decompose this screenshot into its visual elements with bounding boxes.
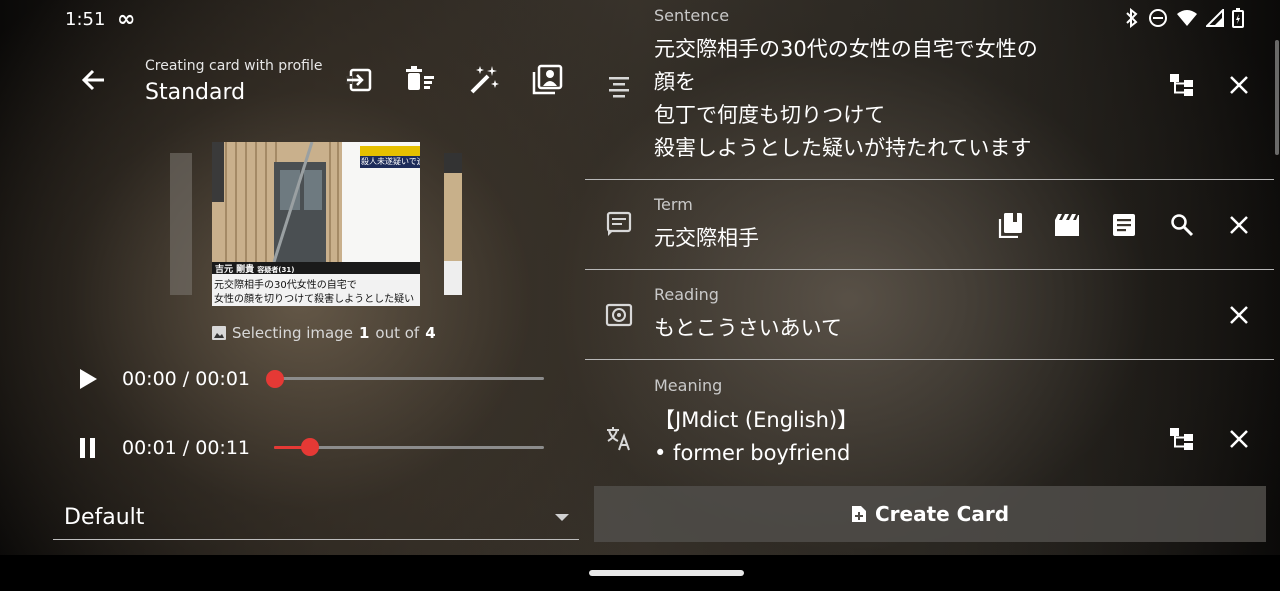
meaning-split-button[interactable] (1166, 423, 1198, 455)
account-box-multiple-icon (532, 64, 563, 95)
profile-name[interactable]: Standard (145, 80, 245, 105)
dropdown-arrow-icon (555, 514, 569, 521)
login-icon (346, 68, 372, 92)
sentence-label: Sentence (654, 6, 730, 25)
seek-thumb-2[interactable] (301, 438, 319, 456)
close-icon (1230, 76, 1248, 94)
arrow-back-icon (81, 69, 104, 91)
magic-wand-icon (470, 66, 499, 94)
term-dictionary-button[interactable] (994, 209, 1026, 241)
search-icon (1171, 214, 1194, 237)
meaning-field: Meaning 【JMdict (English)】 • former boyf… (585, 360, 1274, 485)
image-selection-caption: Selecting image 1 out of 4 (212, 324, 436, 342)
sentence-clear-button[interactable] (1223, 69, 1255, 101)
sentence-line-2[interactable]: 顔を (654, 66, 696, 99)
overlay-name: 吉元 剛貴 容疑者(31) (215, 265, 295, 275)
sentence-line-3[interactable]: 包丁で何度も切りつけて (654, 99, 885, 132)
text-box-icon (605, 210, 633, 238)
file-tree-icon (1170, 428, 1193, 450)
reading-clear-button[interactable] (1223, 299, 1255, 331)
meaning-label: Meaning (654, 376, 723, 395)
previous-image-thumbnail[interactable] (170, 153, 192, 295)
align-center-icon (605, 72, 633, 100)
close-icon (1230, 216, 1248, 234)
translate-icon (605, 424, 633, 452)
sentence-split-button[interactable] (1166, 69, 1198, 101)
auto-fill-button[interactable] (468, 64, 500, 96)
term-video-button[interactable] (1051, 209, 1083, 241)
sentence-line-4[interactable]: 殺害しようとした疑いが持たれています (654, 132, 1031, 165)
note-text-icon (1113, 214, 1135, 236)
meaning-line-2[interactable]: • former boyfriend (654, 437, 850, 470)
audio-player-2: 00:01 / 00:11 (72, 432, 250, 464)
selected-image-thumbnail[interactable]: 吉元 剛貴 容疑者(31) 元交際相手の30代女性の自宅で 女性の顔を切りつけて… (212, 142, 420, 306)
deck-selected-value: Default (64, 505, 145, 530)
term-field: Term 元交際相手 (585, 180, 1274, 270)
next-image-thumbnail[interactable] (444, 153, 462, 295)
seek-thumb-1[interactable] (266, 370, 284, 388)
term-search-button[interactable] (1166, 209, 1198, 241)
export-button[interactable] (344, 64, 376, 96)
term-value[interactable]: 元交際相手 (654, 222, 759, 255)
pause-icon (80, 438, 95, 458)
deck-dropdown[interactable]: Default (53, 500, 579, 540)
infinity-icon: ∞ (117, 7, 136, 32)
audio-player-1: 00:00 / 00:01 (72, 363, 250, 395)
clear-fields-button[interactable] (404, 64, 436, 96)
status-time: 1:51 (65, 9, 106, 30)
book-multiple-icon (998, 213, 1022, 238)
sentence-field: Sentence 元交際相手の30代の女性の自宅で女性の 顔を 包丁で何度も切り… (585, 0, 1274, 180)
meaning-clear-button[interactable] (1223, 423, 1255, 455)
image-icon (212, 326, 226, 340)
overlay-line-1: 元交際相手の30代女性の自宅で (214, 280, 357, 291)
pause-button[interactable] (72, 432, 104, 464)
term-clear-button[interactable] (1223, 209, 1255, 241)
back-button[interactable] (78, 64, 110, 96)
reading-label: Reading (654, 285, 719, 304)
overlay-top: 殺人未遂疑いで逮 (361, 157, 420, 166)
home-gesture-pill[interactable] (589, 570, 744, 576)
overlay-line-2: 女性の顔を切りつけて殺害しようとした疑い (214, 294, 415, 305)
play-icon (80, 369, 97, 389)
audio-time-2: 00:01 / 00:11 (122, 437, 250, 459)
reading-field: Reading もとこうさいあいて (585, 270, 1274, 360)
term-label: Term (654, 195, 693, 214)
seek-bar-1[interactable] (274, 377, 544, 380)
close-icon (1230, 306, 1248, 324)
sentence-line-1[interactable]: 元交際相手の30代の女性の自宅で女性の (654, 33, 1038, 66)
term-notes-button[interactable] (1108, 209, 1140, 241)
fields-scrollbar[interactable] (1275, 40, 1279, 155)
file-tree-icon (1170, 74, 1193, 96)
reading-value[interactable]: もとこうさいあいて (654, 312, 842, 345)
audio-time-1: 00:00 / 00:01 (122, 368, 250, 390)
movie-icon (1055, 214, 1079, 236)
play-button[interactable] (72, 363, 104, 395)
profiles-button[interactable] (531, 64, 563, 96)
profile-label: Creating card with profile (145, 58, 323, 74)
create-card-button[interactable]: Create Card (594, 486, 1266, 542)
delete-sweep-icon (406, 66, 434, 90)
meaning-line-1[interactable]: 【JMdict (English)】 (654, 404, 858, 437)
file-plus-icon (851, 506, 866, 522)
close-icon (1230, 430, 1248, 448)
surround-sound-icon (605, 302, 633, 330)
create-card-label: Create Card (874, 502, 1010, 526)
